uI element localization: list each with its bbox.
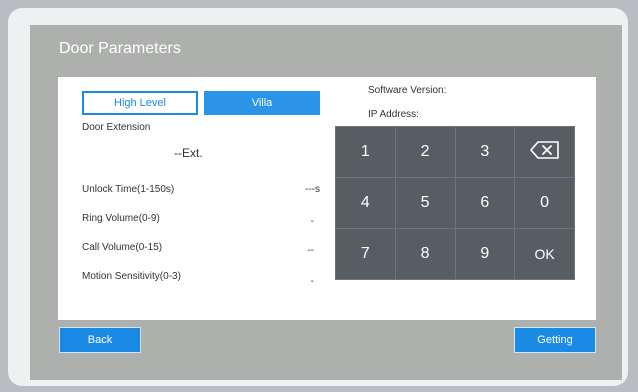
tab-high-level[interactable]: High Level: [82, 91, 198, 115]
getting-button[interactable]: Getting: [514, 327, 596, 353]
key-4[interactable]: 4: [336, 178, 395, 228]
tab-villa[interactable]: Villa: [204, 91, 320, 115]
backspace-icon: [529, 140, 560, 164]
parameters-panel: High Level Villa Door Extension --Ext. U…: [58, 77, 596, 320]
key-0[interactable]: 0: [515, 178, 574, 228]
key-5[interactable]: 5: [395, 178, 455, 228]
key-3[interactable]: 3: [455, 127, 515, 177]
software-version-label: Software Version:: [368, 85, 447, 96]
ring-volume-label: Ring Volume(0-9): [82, 213, 160, 224]
ok-key[interactable]: OK: [515, 229, 574, 279]
unlock-time-label: Unlock Time(1-150s): [82, 184, 175, 195]
ip-address-label: IP Address:: [368, 109, 419, 120]
motion-sensitivity-label: Motion Sensitivity(0-3): [82, 271, 181, 282]
door-extension-label: Door Extension: [82, 122, 151, 133]
key-9[interactable]: 9: [455, 229, 515, 279]
back-button[interactable]: Back: [59, 327, 141, 353]
screen: Door Parameters High Level Villa Door Ex…: [30, 25, 622, 380]
numeric-keypad: 1 2 3 4 5 6 0 7 8 9 OK: [335, 126, 575, 280]
key-8[interactable]: 8: [395, 229, 455, 279]
backspace-key[interactable]: [515, 127, 574, 177]
key-2[interactable]: 2: [395, 127, 455, 177]
key-7[interactable]: 7: [336, 229, 395, 279]
ring-volume-value[interactable]: -: [274, 216, 314, 227]
call-volume-value[interactable]: --: [274, 245, 314, 256]
motion-sensitivity-value[interactable]: -: [274, 276, 314, 287]
key-1[interactable]: 1: [336, 127, 395, 177]
key-6[interactable]: 6: [455, 178, 515, 228]
page-title: Door Parameters: [59, 40, 181, 57]
call-volume-label: Call Volume(0-15): [82, 242, 163, 253]
unlock-time-value[interactable]: ---s: [274, 184, 320, 195]
door-extension-value[interactable]: --Ext.: [174, 146, 203, 160]
